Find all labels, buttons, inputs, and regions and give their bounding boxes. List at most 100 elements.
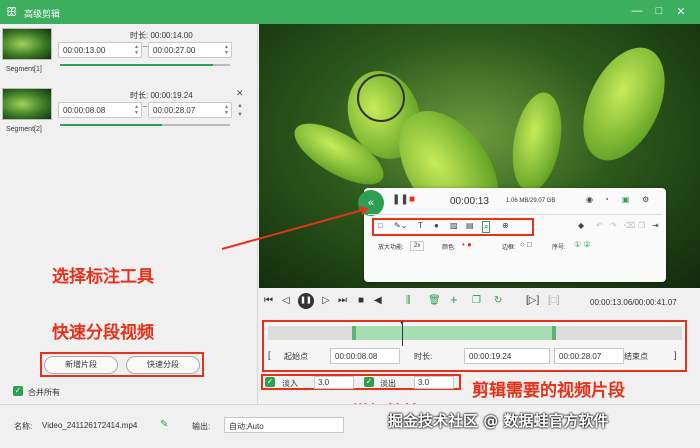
- undo-icon[interactable]: ↶: [596, 221, 603, 230]
- add-icon[interactable]: +: [450, 292, 458, 307]
- new-segment-button[interactable]: 新增片段: [44, 356, 118, 374]
- eraser-icon[interactable]: ◆: [578, 221, 584, 230]
- volume-icon[interactable]: ◀: [374, 295, 382, 306]
- merge-all-label: 合并所有: [28, 388, 60, 397]
- border-label: 边框:: [502, 245, 516, 251]
- timer-icon[interactable]: ◔: [604, 195, 609, 204]
- text-tool-icon[interactable]: T: [418, 221, 423, 230]
- start-time-field[interactable]: 00:00:08.08: [330, 348, 400, 364]
- output-label: 输出:: [192, 422, 211, 431]
- fade-out-field[interactable]: 3.0: [414, 376, 454, 389]
- fade-in-checkbox[interactable]: ✓: [265, 377, 275, 387]
- segment-panel: Segment[1] 时长: 00:00:14.00 00:00:13.00 ▲ ▼…: [0, 24, 258, 404]
- segment-reorder-icon[interactable]: ▲ ▼: [237, 102, 243, 120]
- stop-icon[interactable]: ■: [409, 194, 415, 205]
- edit-pencil-icon[interactable]: ✎: [160, 419, 168, 430]
- pause-icon[interactable]: ❚❚: [392, 194, 409, 205]
- segment-progress-bar: [60, 64, 230, 66]
- end-time-field[interactable]: 00:00:28.07: [554, 348, 624, 364]
- mark-out-icon[interactable]: [□]: [548, 295, 560, 306]
- end-point-button[interactable]: 结束点: [624, 351, 648, 362]
- start-bracket-icon: [: [268, 350, 271, 360]
- floating-record-panel: « ❚❚ ■ 00:00:13 1.06 MB/29.07 GB ◉ ◔ ▣ ⚙…: [358, 188, 666, 282]
- stop-icon[interactable]: ■: [358, 295, 364, 306]
- redo-icon[interactable]: ↷: [610, 221, 617, 230]
- range-separator: [143, 46, 147, 47]
- number-icon[interactable]: ① ②: [574, 240, 591, 249]
- copy-icon[interactable]: ❐: [638, 221, 645, 230]
- zoom-label: 放大功能:: [378, 245, 404, 251]
- quick-split-button[interactable]: 快速分段: [126, 356, 200, 374]
- step-back-icon[interactable]: ◁: [282, 295, 290, 306]
- duration-field[interactable]: 00:00:19.24: [464, 348, 550, 364]
- panel-divider: [368, 214, 662, 215]
- image-tool-icon[interactable]: ▨: [450, 221, 458, 230]
- start-point-button[interactable]: 起始点: [284, 351, 308, 362]
- zoom-select[interactable]: 2x: [410, 241, 425, 251]
- fade-out-checkbox[interactable]: ✓: [364, 377, 374, 387]
- segment-item[interactable]: Segment[1] 时长: 00:00:14.00 00:00:13.00 ▲ ▼…: [0, 24, 258, 82]
- mark-in-icon[interactable]: [▷]: [526, 295, 539, 306]
- color-label: 颜色:: [442, 245, 456, 251]
- annotation-clip-segment: 剪辑需要的视频片段: [472, 381, 625, 401]
- range-separator: [143, 106, 147, 107]
- copy-icon[interactable]: ❐: [472, 295, 481, 306]
- segment-start-field[interactable]: 00:00:08.08 ▲ ▼: [58, 102, 142, 118]
- spinner-arrows-icon[interactable]: ▲ ▼: [224, 104, 229, 116]
- output-path-field[interactable]: 自动;Auto: [224, 417, 344, 433]
- minimize-button[interactable]: —: [630, 5, 644, 17]
- spinner-arrows-icon[interactable]: ▲ ▼: [134, 104, 139, 116]
- exit-icon[interactable]: ⇥: [652, 221, 659, 230]
- segment-end-field[interactable]: 00:00:28.07 ▲ ▼: [148, 102, 232, 118]
- bunny-logo-icon: ꕥ: [6, 5, 18, 19]
- segment-label: Segment[1]: [6, 66, 42, 73]
- trash-icon[interactable]: ⌫: [624, 221, 635, 230]
- leaf-shape: [566, 34, 682, 174]
- playback-position: 00:00:13.06/00:00:41.07: [590, 298, 677, 307]
- highlight-tool-icon[interactable]: ▤: [466, 221, 474, 230]
- timeline-track[interactable]: ▼: [268, 321, 682, 346]
- gear-icon[interactable]: ⚙: [642, 195, 649, 204]
- fade-in-label: 淡入: [282, 379, 298, 388]
- spotlight-tool-icon[interactable]: ⊕: [502, 221, 509, 230]
- rectangle-tool-icon[interactable]: □: [378, 221, 383, 230]
- mosaic-tool-icon[interactable]: ●: [434, 221, 439, 230]
- skip-end-icon[interactable]: ⏭: [338, 295, 347, 306]
- playhead-marker-icon: ▼: [399, 321, 405, 327]
- segment-end-field[interactable]: 00:00:27.00 ▲ ▼: [148, 42, 232, 58]
- color-swatch-icon[interactable]: • ●: [462, 240, 472, 249]
- video-preview[interactable]: « ❚❚ ■ 00:00:13 1.06 MB/29.07 GB ◉ ◔ ▣ ⚙…: [259, 24, 700, 288]
- segment-thumbnail: [2, 88, 52, 120]
- playhead[interactable]: [402, 324, 403, 346]
- fade-out-label: 淡出: [380, 379, 396, 388]
- duration-label: 时长:: [414, 352, 433, 361]
- pen-tool-icon[interactable]: ✎⌄: [394, 221, 407, 230]
- selected-range[interactable]: [352, 326, 556, 340]
- spinner-arrows-icon[interactable]: ▲ ▼: [134, 44, 139, 56]
- magnifier-tool-icon[interactable]: ⌕: [482, 221, 491, 233]
- refresh-icon[interactable]: ↻: [494, 295, 502, 306]
- delete-icon[interactable]: 🗑: [428, 295, 441, 306]
- split-icon[interactable]: ⫼: [406, 295, 411, 306]
- border-shape-icon[interactable]: ○ □: [520, 240, 532, 249]
- segment-start-field[interactable]: 00:00:13.00 ▲ ▼: [58, 42, 142, 58]
- spinner-arrows-icon[interactable]: ▲ ▼: [224, 44, 229, 56]
- fade-in-field[interactable]: 3.0: [314, 376, 354, 389]
- maximize-button[interactable]: □: [652, 5, 666, 17]
- name-label: 名称:: [14, 422, 33, 431]
- toolbox-icon[interactable]: ▣: [622, 195, 630, 204]
- segment-progress-bar: [60, 124, 230, 126]
- window-title: 高级剪辑: [24, 9, 61, 19]
- close-button[interactable]: ✕: [674, 5, 688, 18]
- segment-close-icon[interactable]: ✕: [236, 88, 244, 99]
- step-forward-icon[interactable]: ▷: [322, 295, 330, 306]
- segment-item[interactable]: Segment[2] 时长: 00:00:19.24 ✕ ▲ ▼ 00:00:08…: [0, 84, 258, 142]
- camera-icon[interactable]: ◉: [586, 195, 593, 204]
- end-bracket-icon: ]: [674, 350, 677, 360]
- merge-all-checkbox[interactable]: ✓: [13, 386, 23, 396]
- skip-start-icon[interactable]: ⏮: [264, 295, 273, 306]
- record-time: 00:00:13: [450, 196, 489, 207]
- file-name-value: Video_241126172414.mp4: [42, 421, 138, 430]
- leaf-shape: [505, 88, 569, 196]
- pause-icon[interactable]: ❚❚: [298, 293, 314, 309]
